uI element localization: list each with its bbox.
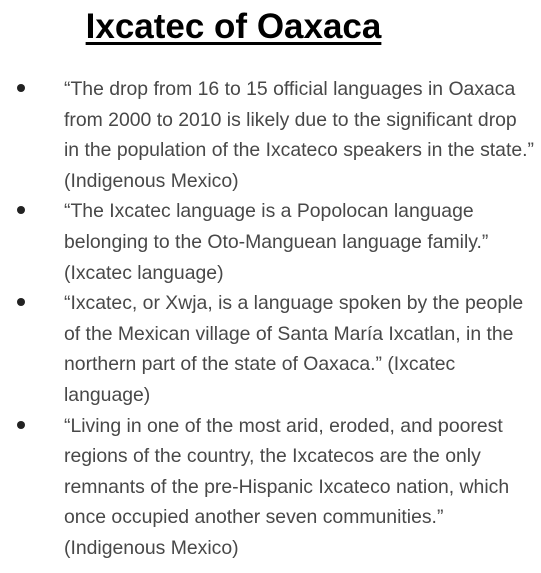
bullet-item-2: “The Ixcatec language is a Popolocan lan… <box>0 196 541 288</box>
bullet-point-icon <box>17 298 25 307</box>
bullet-item-3: “Ixcatec, or Xwja, is a language spoken … <box>0 288 541 410</box>
bullet-text: “Ixcatec, or Xwja, is a language spoken … <box>64 292 524 406</box>
bullet-text: “Living in one of the most arid, eroded,… <box>64 414 510 559</box>
bullet-item-1: “The drop from 16 to 15 official languag… <box>0 74 541 196</box>
bullet-text: “The drop from 16 to 15 official languag… <box>64 78 534 192</box>
bullet-point-icon <box>17 84 25 92</box>
bullet-item-4: “Living in one of the most arid, eroded,… <box>0 411 541 564</box>
bullet-list: “The drop from 16 to 15 official languag… <box>0 74 541 564</box>
bullet-point-icon <box>17 206 25 215</box>
page-title: Ixcatec of Oaxaca <box>85 7 382 46</box>
bullet-text: “The Ixcatec language is a Popolocan lan… <box>64 200 489 284</box>
bullet-point-icon <box>17 420 25 429</box>
